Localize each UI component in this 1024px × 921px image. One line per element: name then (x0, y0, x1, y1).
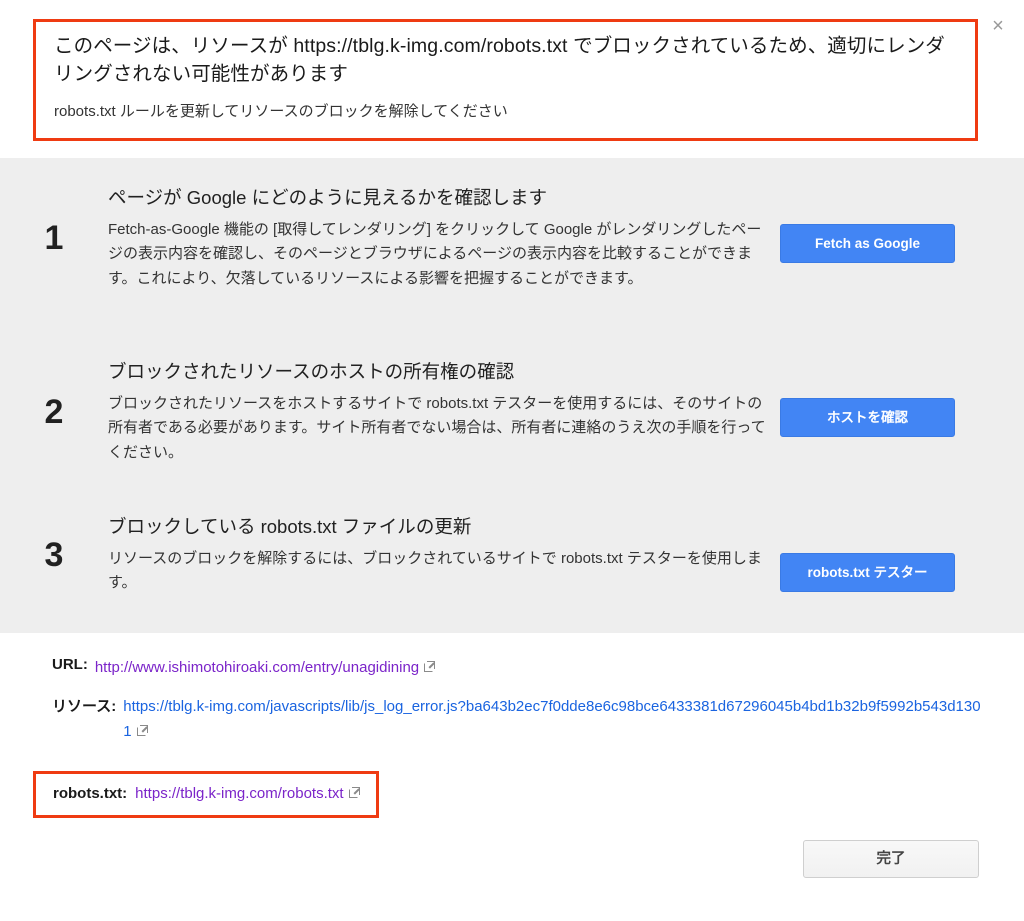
step-description: ブロックされたリソースをホストするサイトで robots.txt テスターを使用… (108, 394, 766, 461)
step-action: robots.txt テスター (780, 515, 1000, 596)
resource-value: https://tblg.k-img.com/javascripts/lib/j… (123, 694, 984, 745)
robots-txt-link[interactable]: https://tblg.k-img.com/robots.txt (135, 785, 343, 802)
close-icon[interactable]: × (986, 14, 1010, 38)
step-number: 3 (44, 535, 64, 574)
robots-txt-value: https://tblg.k-img.com/robots.txt (135, 781, 360, 807)
step-heading: ブロックしている robots.txt ファイルの更新 (108, 516, 472, 537)
step-description: Fetch-as-Google 機能の [取得してレンダリング] をクリックして… (108, 220, 762, 287)
info-block: URL: http://www.ishimotohiroaki.com/entr… (0, 655, 1024, 758)
external-link-icon[interactable] (136, 725, 148, 736)
url-value: http://www.ishimotohiroaki.com/entry/una… (95, 655, 436, 681)
step-content: ブロックしている robots.txt ファイルの更新 リソースのブロックを解除… (108, 515, 780, 596)
steps-panel: 1 ページが Google にどのように見えるかを確認します Fetch-as-… (0, 158, 1024, 633)
warning-subtitle: robots.txt ルールを更新してリソースのブロックを解除してください (54, 103, 508, 121)
resource-label: リソース: (52, 697, 117, 715)
warning-title: このページは、リソースが https://tblg.k-img.com/robo… (54, 35, 945, 85)
verify-host-button[interactable]: ホストを確認 (780, 398, 955, 437)
step-2: 2 ブロックされたリソースのホストの所有権の確認 ブロックされたリソースをホスト… (0, 360, 1024, 465)
robots-txt-label: robots.txt: (53, 785, 128, 802)
footer: 完了 (0, 840, 1024, 878)
url-link[interactable]: http://www.ishimotohiroaki.com/entry/una… (95, 659, 419, 676)
external-link-icon[interactable] (348, 787, 360, 798)
step-number: 1 (44, 218, 64, 257)
resource-link[interactable]: https://tblg.k-img.com/javascripts/lib/j… (123, 698, 980, 741)
robots-txt-tester-button[interactable]: robots.txt テスター (780, 553, 955, 592)
step-action: ホストを確認 (780, 360, 1000, 465)
fetch-as-google-button[interactable]: Fetch as Google (780, 224, 955, 263)
step-content: ブロックされたリソースのホストの所有権の確認 ブロックされたリソースをホストする… (108, 360, 780, 465)
step-heading: ブロックされたリソースのホストの所有権の確認 (108, 361, 515, 382)
robots-txt-row: robots.txt: https://tblg.k-img.com/robot… (33, 771, 379, 818)
step-content: ページが Google にどのように見えるかを確認します Fetch-as-Go… (108, 186, 780, 291)
step-description: リソースのブロックを解除するには、ブロックされているサイトで robots.tx… (108, 549, 762, 592)
external-link-icon[interactable] (424, 661, 436, 672)
done-button[interactable]: 完了 (803, 840, 979, 878)
step-action: Fetch as Google (780, 186, 1000, 291)
resource-row: リソース: https://tblg.k-img.com/javascripts… (0, 694, 1024, 745)
step-heading: ページが Google にどのように見えるかを確認します (108, 187, 548, 208)
url-row: URL: http://www.ishimotohiroaki.com/entr… (0, 655, 1024, 681)
warning-banner: このページは、リソースが https://tblg.k-img.com/robo… (33, 19, 978, 141)
step-3: 3 ブロックしている robots.txt ファイルの更新 リソースのブロックを… (0, 515, 1024, 596)
step-number: 2 (44, 392, 64, 431)
url-label: URL: (52, 656, 88, 673)
step-1: 1 ページが Google にどのように見えるかを確認します Fetch-as-… (0, 186, 1024, 291)
